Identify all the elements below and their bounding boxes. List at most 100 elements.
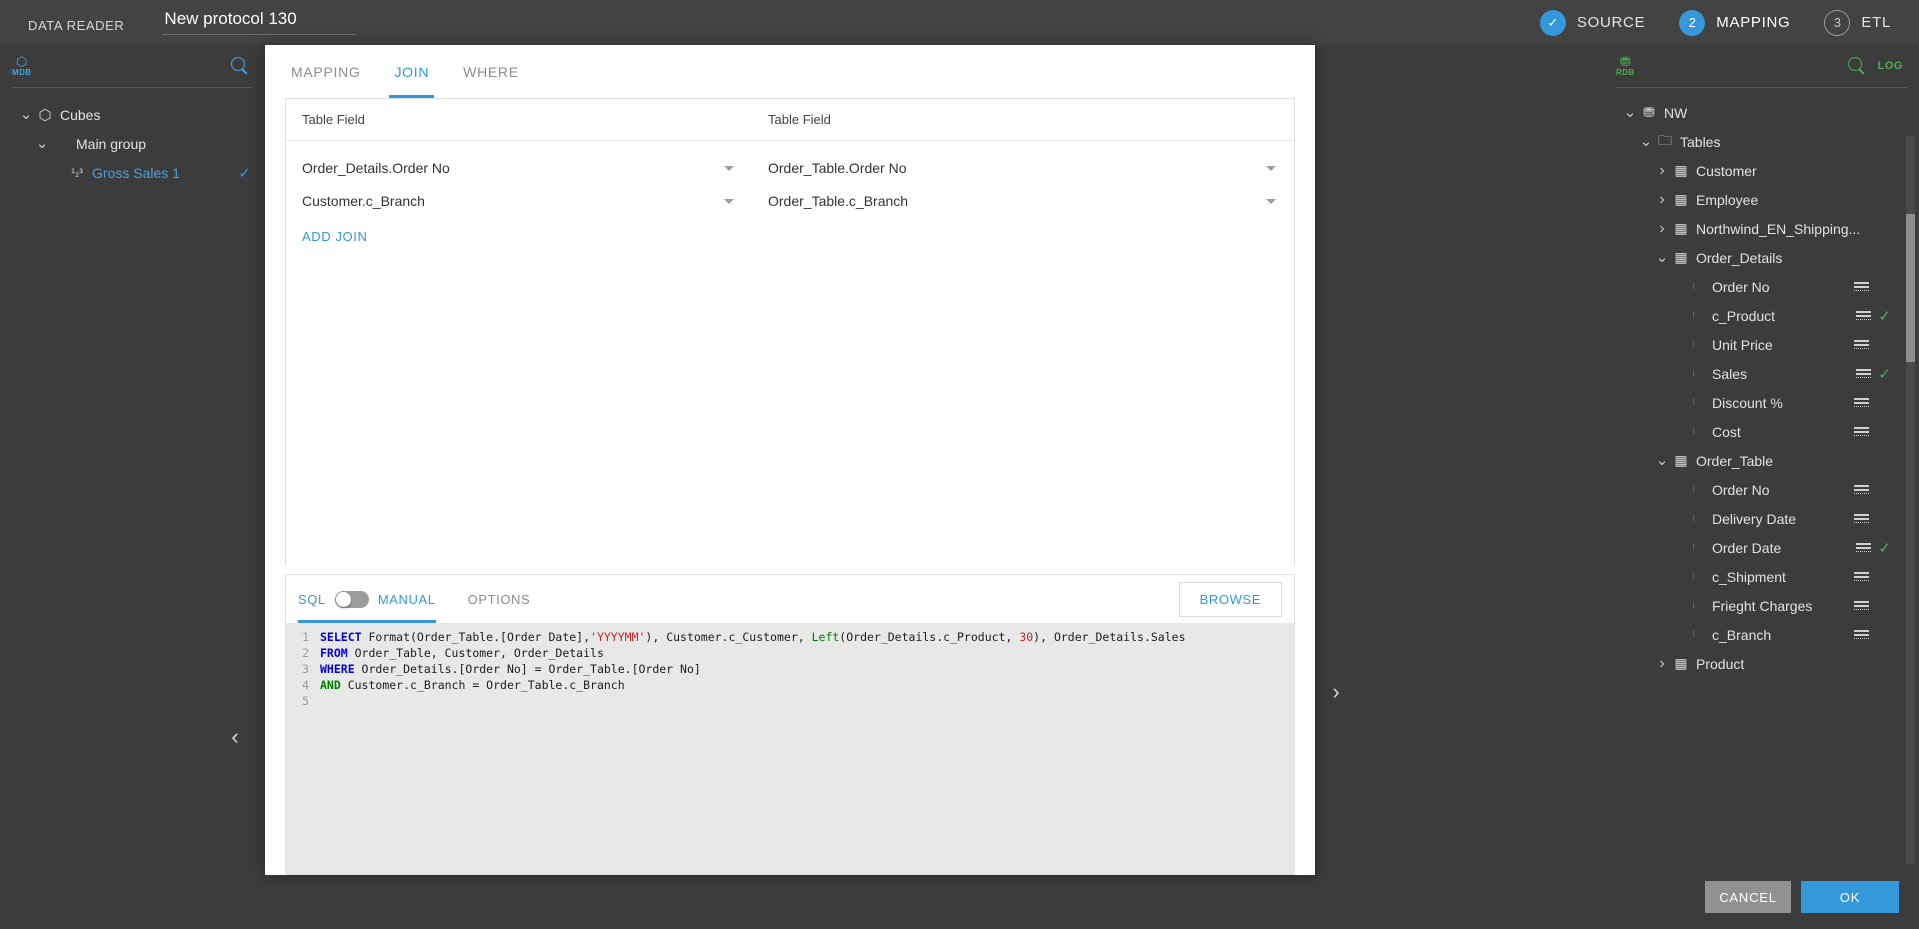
tree-item-product[interactable]: ▦ Product xyxy=(1604,649,1919,678)
drag-handle-icon[interactable]: ⁝ xyxy=(1686,485,1700,494)
tree-item-order-no[interactable]: ⁝ Order No xyxy=(1604,272,1919,301)
field-properties-icon[interactable] xyxy=(1854,340,1869,349)
field-properties-icon[interactable] xyxy=(1854,398,1869,407)
tree-item-unit-price[interactable]: ⁝ Unit Price xyxy=(1604,330,1919,359)
sql-manual-toggle[interactable] xyxy=(334,590,369,608)
tree-item-sales[interactable]: ⁝ Sales ✓ xyxy=(1604,359,1919,388)
tree-item-customer[interactable]: ▦ Customer xyxy=(1604,156,1919,185)
drag-handle-icon[interactable]: ⁝ xyxy=(1686,340,1700,349)
chevron-down-icon[interactable] xyxy=(1622,110,1638,116)
wizard-steps: ✓ SOURCE 2 MAPPING 3 ETL xyxy=(1506,9,1919,47)
chevron-right-icon[interactable] xyxy=(1654,194,1670,206)
field-properties-icon[interactable] xyxy=(1856,543,1872,552)
field-properties-icon[interactable] xyxy=(1854,485,1869,494)
wizard-step-mapping[interactable]: 2 MAPPING xyxy=(1679,9,1795,47)
scroll-down-icon[interactable]: ▼ xyxy=(1905,866,1916,869)
ok-button[interactable]: OK xyxy=(1801,881,1899,913)
drag-handle-icon[interactable]: ⁝ xyxy=(1686,369,1700,378)
chevron-down-icon[interactable] xyxy=(1654,458,1670,464)
tree-item-cost[interactable]: ⁝ Cost xyxy=(1604,417,1919,446)
chevron-right-icon[interactable] xyxy=(1654,658,1670,670)
wizard-step-etl[interactable]: 3 ETL xyxy=(1824,9,1891,36)
join-left-select[interactable]: Order_Details.Order No xyxy=(286,160,752,176)
rdb-tag: RDB xyxy=(1616,67,1635,77)
field-properties-icon[interactable] xyxy=(1854,630,1869,639)
sql-code[interactable]: SELECT Format(Order_Table.[Order Date],'… xyxy=(314,623,1186,874)
chevron-down-icon[interactable] xyxy=(1638,139,1654,145)
toggle-knob xyxy=(335,591,351,607)
tab-options[interactable]: OPTIONS xyxy=(468,575,531,623)
drag-handle-icon[interactable]: ⁝ xyxy=(1686,514,1700,523)
tree-item-order-details[interactable]: ▦ Order_Details xyxy=(1604,243,1919,272)
row-actions xyxy=(1854,630,1891,639)
field-properties-icon[interactable] xyxy=(1856,311,1872,320)
tree-item-nw[interactable]: ⛃ NW xyxy=(1604,98,1919,127)
tab-mapping[interactable]: MAPPING xyxy=(291,45,360,98)
add-join-button[interactable]: ADD JOIN xyxy=(286,217,367,244)
tree-item-discount[interactable]: ⁝ Discount % xyxy=(1604,388,1919,417)
drag-handle-icon[interactable]: ⁝ xyxy=(1686,427,1700,436)
drag-handle-icon[interactable]: ⁝ xyxy=(1686,543,1700,552)
drag-handle-icon[interactable]: ⁝ xyxy=(1686,282,1700,291)
right-panel-header-actions: LOG xyxy=(1847,57,1903,75)
tree-item-c-branch[interactable]: ⁝ c_Branch xyxy=(1604,620,1919,649)
search-icon[interactable] xyxy=(231,57,249,75)
scrollbar-thumb[interactable] xyxy=(1906,214,1915,362)
tree-item-label: Tables xyxy=(1680,133,1721,150)
drag-handle-icon[interactable]: ⁝ xyxy=(1686,630,1700,639)
tree-item-northwind-en-shipping[interactable]: ▦ Northwind_EN_Shipping... xyxy=(1604,214,1919,243)
join-right-select[interactable]: Order_Table.Order No xyxy=(752,160,1294,176)
chevron-down-icon[interactable] xyxy=(1266,165,1276,171)
tree-item-order-table[interactable]: ▦ Order_Table xyxy=(1604,446,1919,475)
tree-item-order-date[interactable]: ⁝ Order Date ✓ xyxy=(1604,533,1919,562)
drag-handle-icon[interactable]: ⁝ xyxy=(1686,398,1700,407)
browse-button[interactable]: BROWSE xyxy=(1178,581,1282,617)
field-properties-icon[interactable] xyxy=(1856,369,1872,378)
chevron-right-icon[interactable] xyxy=(1654,165,1670,177)
wizard-step-source[interactable]: ✓ SOURCE xyxy=(1539,9,1645,36)
protocol-name-value[interactable]: New protocol 130 xyxy=(162,9,357,35)
chevron-down-icon[interactable] xyxy=(724,198,734,204)
nav-next-button[interactable]: › xyxy=(1316,672,1356,712)
tree-item-tables[interactable]: 🗀 Tables xyxy=(1604,127,1919,156)
field-properties-icon[interactable] xyxy=(1854,427,1869,436)
tree-item-main-group[interactable]: Main group xyxy=(0,129,265,158)
tree-item-order-no[interactable]: ⁝ Order No xyxy=(1604,475,1919,504)
drag-handle-icon[interactable]: ⁝ xyxy=(1686,572,1700,581)
chevron-right-icon[interactable] xyxy=(1654,223,1670,235)
search-icon[interactable] xyxy=(1847,57,1866,75)
chevron-down-icon[interactable] xyxy=(34,141,50,147)
tree-item-gross-sales-1[interactable]: ¹₂³ Gross Sales 1 ✓ xyxy=(0,158,265,187)
chevron-down-icon[interactable] xyxy=(18,112,34,118)
join-right-select[interactable]: Order_Table.c_Branch xyxy=(752,193,1294,209)
protocol-name-field[interactable]: New protocol 130 xyxy=(162,9,357,37)
log-button[interactable]: LOG xyxy=(1878,60,1903,72)
table-icon: ▦ xyxy=(1674,249,1688,265)
tree-item-label: Order No xyxy=(1712,481,1770,498)
drag-handle-icon[interactable]: ⁝ xyxy=(1686,311,1700,320)
chevron-down-icon[interactable] xyxy=(1654,255,1670,261)
sql-manual-toggle-group[interactable]: SQL MANUAL xyxy=(298,575,436,623)
field-properties-icon[interactable] xyxy=(1854,572,1869,581)
nav-prev-button[interactable]: ‹ xyxy=(215,717,255,757)
row-actions xyxy=(1854,427,1891,436)
tree-item-cubes[interactable]: ⬡ Cubes xyxy=(0,100,265,129)
tree-item-c-shipment[interactable]: ⁝ c_Shipment xyxy=(1604,562,1919,591)
row-actions: ✓ xyxy=(1856,365,1891,383)
tree-item-c-product[interactable]: ⁝ c_Product ✓ xyxy=(1604,301,1919,330)
tree-item-delivery-date[interactable]: ⁝ Delivery Date xyxy=(1604,504,1919,533)
field-properties-icon[interactable] xyxy=(1854,514,1869,523)
field-properties-icon[interactable] xyxy=(1854,601,1869,610)
tree-item-frieght-charges[interactable]: ⁝ Frieght Charges xyxy=(1604,591,1919,620)
sql-editor[interactable]: 12345 SELECT Format(Order_Table.[Order D… xyxy=(286,623,1294,874)
field-properties-icon[interactable] xyxy=(1854,282,1869,291)
drag-handle-icon[interactable]: ⁝ xyxy=(1686,601,1700,610)
step-etl-label: ETL xyxy=(1861,14,1891,31)
tree-item-employee[interactable]: ▦ Employee xyxy=(1604,185,1919,214)
chevron-down-icon[interactable] xyxy=(724,165,734,171)
chevron-down-icon[interactable] xyxy=(1266,198,1276,204)
tab-where[interactable]: WHERE xyxy=(463,45,519,98)
tab-join[interactable]: JOIN xyxy=(389,45,434,98)
cancel-button[interactable]: CANCEL xyxy=(1705,881,1791,913)
join-left-select[interactable]: Customer.c_Branch xyxy=(286,193,752,209)
